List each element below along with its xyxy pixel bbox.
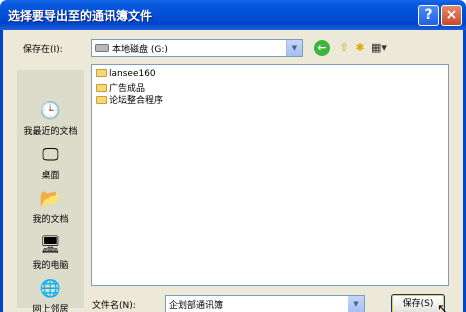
filename-input[interactable]: 企划部通讯簿 ▼ [165, 295, 365, 312]
up-folder-icon[interactable]: ⇧ [336, 40, 352, 56]
file-list[interactable]: lansee160 广告成品 论坛整合程序 [91, 64, 449, 286]
views-menu-icon[interactable]: ▦▾ [369, 40, 389, 56]
help-button[interactable]: ? [418, 5, 439, 26]
recent-documents-icon: 🕒 [39, 101, 62, 121]
save-in-label: 保存在(I): [23, 45, 63, 55]
chevron-down-icon[interactable]: ▼ [348, 296, 364, 312]
list-item[interactable]: 论坛整合程序 [96, 93, 163, 106]
dialog-body: 保存在(I): 本地磁盘 (G:) ▼ ← ⇧ ✱ ▦▾ 🕒 我最近的文档 🖵 … [0, 30, 466, 312]
network-places-icon: 🌐 [39, 279, 62, 299]
place-label: 网上邻居 [32, 305, 69, 312]
my-documents-icon: 📂 [39, 189, 62, 209]
place-recent-documents[interactable]: 🕒 我最近的文档 [17, 100, 84, 137]
folder-icon [96, 69, 107, 77]
place-desktop[interactable]: 🖵 桌面 [17, 144, 84, 181]
file-name: 论坛整合程序 [109, 96, 164, 106]
file-name: lansee160 [109, 69, 156, 79]
place-my-computer[interactable]: 🖥 我的电脑 [17, 234, 84, 271]
mouse-cursor-icon: ↖ [437, 302, 448, 312]
drive-icon [95, 44, 109, 52]
window-title: 选择要导出至的通讯簿文件 [8, 9, 153, 23]
desktop-icon: 🖵 [42, 145, 59, 165]
folder-icon [96, 96, 107, 104]
folder-icon [96, 84, 107, 92]
close-button[interactable]: × [441, 5, 462, 26]
filename-value: 企划部通讯簿 [169, 301, 224, 311]
place-label: 桌面 [41, 171, 60, 181]
place-network[interactable]: 🌐 网上邻居 [17, 278, 84, 312]
back-icon[interactable]: ← [314, 40, 330, 56]
save-in-combobox[interactable]: 本地磁盘 (G:) ▼ [91, 39, 303, 57]
new-folder-icon[interactable]: ✱ [352, 40, 368, 56]
save-dialog: 选择要导出至的通讯簿文件 ? × 保存在(I): 本地磁盘 (G:) ▼ ← ⇧… [0, 0, 466, 312]
title-bar: 选择要导出至的通讯簿文件 ? × [0, 0, 466, 30]
place-label: 我的电脑 [32, 261, 69, 271]
save-in-value: 本地磁盘 (G:) [112, 45, 168, 55]
places-bar: 🕒 我最近的文档 🖵 桌面 📂 我的文档 🖥 我的电脑 🌐 网上邻居 [17, 70, 84, 312]
place-label: 我最近的文档 [23, 127, 78, 137]
chevron-down-icon[interactable]: ▼ [286, 40, 302, 56]
my-computer-icon: 🖥 [39, 235, 62, 255]
list-item[interactable]: lansee160 [96, 69, 156, 79]
filename-label: 文件名(N): [92, 301, 136, 311]
place-my-documents[interactable]: 📂 我的文档 [17, 188, 84, 225]
place-label: 我的文档 [32, 215, 69, 225]
